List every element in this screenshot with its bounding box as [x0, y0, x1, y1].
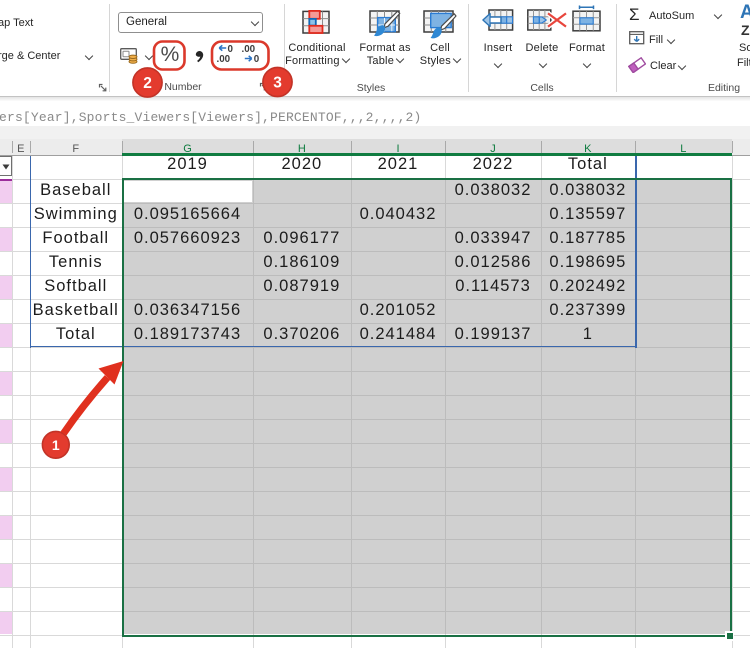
svg-text:.00: .00 [217, 54, 231, 65]
svg-text:0: 0 [254, 54, 260, 65]
